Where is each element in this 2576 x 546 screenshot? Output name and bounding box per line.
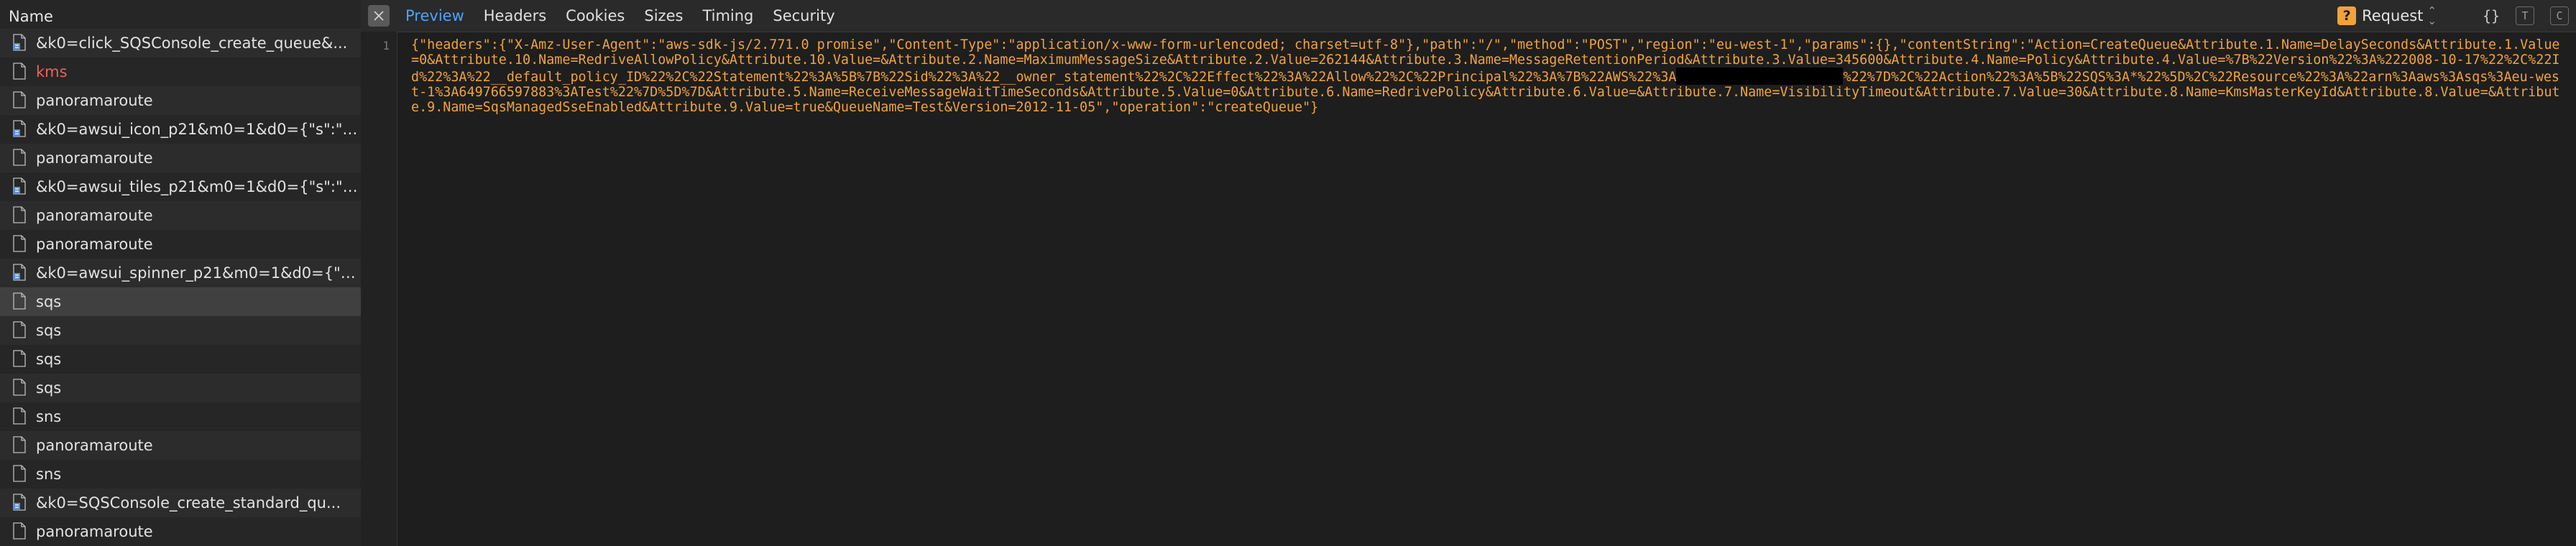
request-name: sns (36, 466, 62, 483)
detail-tab-bar: Preview Headers Cookies Sizes Timing Security… (361, 0, 2576, 32)
tab-headers[interactable]: Headers (484, 0, 546, 32)
file-icon (13, 465, 26, 483)
line-number: 1 (382, 39, 390, 52)
file-icon (13, 436, 26, 455)
detail-panel: Preview Headers Cookies Sizes Timing Security… (361, 0, 2576, 546)
request-name: panoramaroute (36, 523, 153, 540)
request-list: &k0=click_SQSConsole_create_queue&...kms… (0, 29, 361, 546)
close-icon (374, 11, 384, 21)
copy-button[interactable]: C (2550, 6, 2569, 25)
request-row[interactable]: panoramaroute (0, 201, 361, 230)
request-list-panel: Name &k0=click_SQSConsole_create_queue&.… (0, 0, 362, 546)
request-name: panoramaroute (36, 149, 153, 167)
tab-timing[interactable]: Timing (702, 0, 753, 32)
script-file-icon (13, 120, 26, 139)
request-response-select[interactable]: Request (2362, 7, 2423, 24)
request-name: &k0=awsui_icon_p21&m0=1&d0={"s":"i... (36, 121, 361, 138)
request-name: sqs (36, 322, 62, 339)
preview-code-view[interactable]: 1 {"headers":{"X-Amz-User-Agent":"aws-sd… (361, 32, 2576, 546)
request-row[interactable]: sqs (0, 287, 361, 316)
request-name: &k0=awsui_tiles_p21&m0=1&d0={"s":"t... (36, 178, 361, 195)
file-icon (13, 63, 26, 81)
request-name: &k0=SQSConsole_create_standard_qu... (36, 494, 341, 512)
request-row[interactable]: sqs (0, 374, 361, 402)
detail-tabs: Preview Headers Cookies Sizes Timing Security (405, 0, 855, 32)
request-row[interactable]: &k0=click_SQSConsole_create_queue&... (0, 29, 361, 57)
request-row[interactable]: &k0=awsui_tiles_p21&m0=1&d0={"s":"t... (0, 172, 361, 201)
request-name: panoramaroute (36, 236, 153, 253)
file-icon (13, 206, 26, 225)
request-name: kms (36, 63, 68, 80)
braces-format-button[interactable]: {} (2483, 7, 2500, 24)
request-name: sns (36, 408, 62, 425)
request-row[interactable]: &k0=awsui_icon_p21&m0=1&d0={"s":"i... (0, 115, 361, 144)
file-icon (13, 321, 26, 340)
request-row[interactable]: panoramaroute (0, 230, 361, 259)
text-view-button[interactable]: T (2516, 6, 2534, 25)
request-row[interactable]: panoramaroute (0, 86, 361, 115)
request-row[interactable]: panoramaroute (0, 144, 361, 172)
file-icon (13, 235, 26, 254)
line-gutter: 1 (361, 32, 397, 546)
request-row[interactable]: sns (0, 402, 361, 431)
request-row[interactable]: sqs (0, 345, 361, 374)
file-icon (13, 350, 26, 369)
request-name: panoramaroute (36, 437, 153, 454)
request-name: &k0=awsui_spinner_p21&m0=1&d0={"s... (36, 264, 361, 282)
request-name: sqs (36, 379, 62, 397)
request-row[interactable]: panoramaroute (0, 517, 361, 546)
tab-preview[interactable]: Preview (405, 0, 464, 32)
redaction-box (1676, 68, 1844, 85)
file-icon (13, 407, 26, 426)
request-name: panoramaroute (36, 207, 153, 224)
request-row[interactable]: sqs (0, 316, 361, 345)
chevron-updown-icon[interactable]: ⌃ ⌄ (2427, 6, 2437, 27)
request-name: panoramaroute (36, 92, 153, 109)
request-row[interactable]: &k0=awsui_spinner_p21&m0=1&d0={"s... (0, 259, 361, 287)
file-icon (13, 149, 26, 167)
tab-sizes[interactable]: Sizes (644, 0, 683, 32)
request-row[interactable]: panoramaroute (0, 431, 361, 460)
file-icon (13, 292, 26, 311)
file-icon (13, 522, 26, 541)
request-name: sqs (36, 351, 62, 368)
tab-cookies[interactable]: Cookies (566, 0, 625, 32)
script-file-icon (13, 494, 26, 512)
request-row[interactable]: &k0=SQSConsole_create_standard_qu... (0, 489, 361, 517)
script-file-icon (13, 34, 26, 52)
file-icon (13, 379, 26, 397)
tab-security[interactable]: Security (773, 0, 834, 32)
request-name: sqs (36, 293, 62, 310)
close-detail-button[interactable] (368, 5, 390, 27)
request-row[interactable]: kms (0, 57, 361, 86)
request-badge-icon[interactable]: ? (2337, 6, 2357, 25)
script-file-icon (13, 177, 26, 196)
script-file-icon (13, 264, 26, 282)
detail-toolbar: ? Request ⌃ ⌄ {} T C (2337, 0, 2569, 32)
file-icon (13, 91, 26, 110)
request-name: &k0=click_SQSConsole_create_queue&... (36, 34, 348, 52)
request-row[interactable]: sns (0, 460, 361, 489)
request-json-body[interactable]: {"headers":{"X-Amz-User-Agent":"aws-sdk-… (411, 37, 2560, 115)
name-column-header[interactable]: Name (0, 0, 361, 32)
